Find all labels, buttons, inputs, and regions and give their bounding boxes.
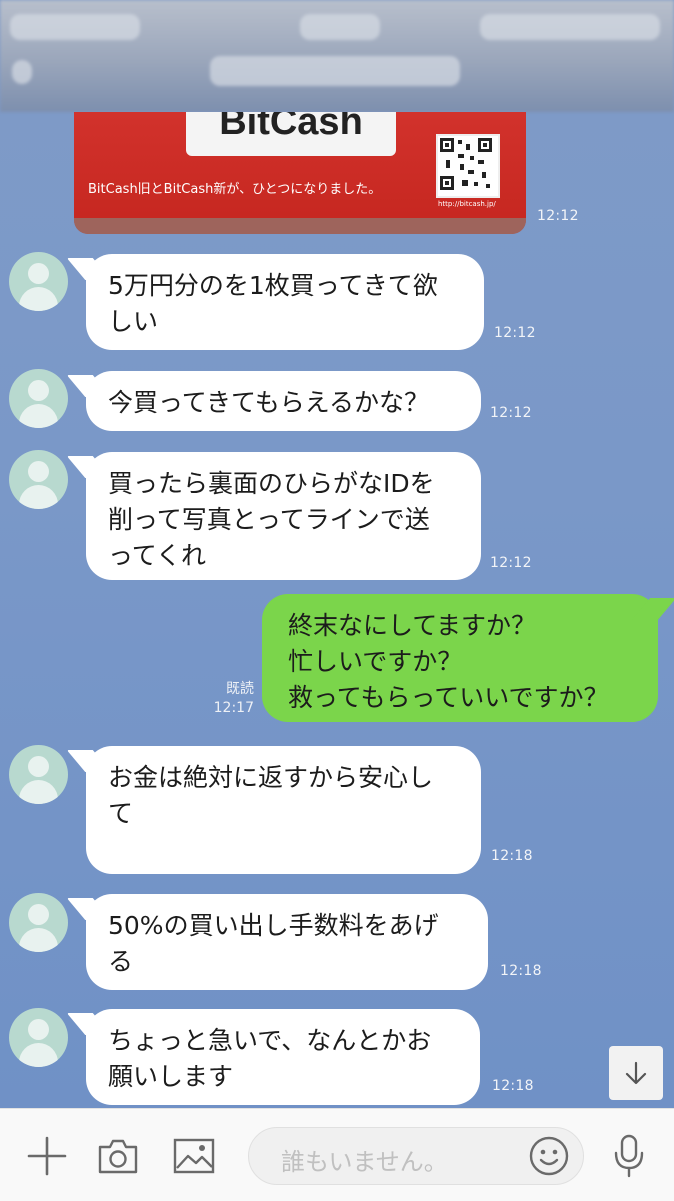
avatar[interactable]: [9, 369, 68, 428]
emoji-icon[interactable]: [524, 1131, 574, 1181]
message-text-line: しい: [108, 307, 159, 336]
message-text-line: 50%の買い出し手数料をあげ: [108, 911, 439, 940]
timestamp: 12:18: [500, 963, 542, 979]
message-bubble[interactable]: 50%の買い出し手数料をあげ る: [86, 894, 488, 990]
message-text-line: る: [108, 947, 134, 976]
message-text-line: ちょっと急いで、なんとかお: [108, 1026, 432, 1055]
arrow-down-icon: [625, 1061, 647, 1085]
read-receipt: 既読 12:17: [213, 681, 254, 716]
message-text: 今買ってきてもらえるかな？: [108, 388, 430, 417]
avatar[interactable]: [9, 450, 68, 509]
scroll-to-bottom-button[interactable]: [609, 1046, 663, 1100]
camera-icon[interactable]: [93, 1131, 143, 1181]
message-text-line: 買ったら裏面のひらがなIDを: [108, 469, 435, 498]
card-caption: BitCash旧とBitCash新が、ひとつになりました。: [88, 182, 382, 197]
image-message[interactable]: BitCash BitCash旧とBitCash新が、ひとつになりました。 ht…: [74, 112, 526, 234]
timestamp: 12:12: [537, 208, 579, 224]
message-bubble[interactable]: 5万円分のを1枚買ってきて欲 しい: [86, 254, 484, 350]
message-bubble-sent[interactable]: 終末なにしてますか？ 忙しいですか？ 救ってもらっていいですか？: [262, 594, 658, 722]
qr-code-icon: [436, 134, 500, 198]
message-input-placeholder: 誰もいません。: [281, 1148, 448, 1176]
message-bubble[interactable]: ちょっと急いで、なんとかお 願いします: [86, 1009, 480, 1105]
message-bubble[interactable]: 買ったら裏面のひらがなIDを 削って写真とってラインで送 ってくれ: [86, 452, 481, 580]
mic-icon[interactable]: [604, 1131, 654, 1181]
message-text-line: 終末なにしてますか？: [288, 611, 537, 640]
message-text-line: 願いします: [108, 1062, 234, 1091]
timestamp: 12:12: [494, 325, 536, 341]
message-input-bar: 誰もいません。: [0, 1108, 674, 1201]
message-text-line: ってくれ: [108, 541, 207, 570]
message-text-line: 忙しいですか？: [288, 647, 463, 676]
message-bubble[interactable]: 今買ってきてもらえるかな？: [86, 371, 481, 431]
qr-caption: http://bitcash.jp/: [438, 200, 496, 208]
message-text-line: 削って写真とってラインで送: [108, 505, 430, 534]
message-text-line: お金は絶対に返すから安心し: [108, 763, 434, 792]
message-text-line: て: [108, 799, 134, 828]
plus-icon[interactable]: [22, 1131, 72, 1181]
image-icon[interactable]: [169, 1131, 219, 1181]
chat-header: [0, 0, 674, 112]
message-text-line: 救ってもらっていいですか？: [288, 683, 609, 712]
avatar[interactable]: [9, 252, 68, 311]
timestamp: 12:12: [490, 555, 532, 571]
timestamp: 12:18: [492, 1078, 534, 1094]
card-logo: BitCash: [186, 112, 396, 156]
avatar[interactable]: [9, 1008, 68, 1067]
photo-background: [74, 218, 526, 234]
avatar[interactable]: [9, 893, 68, 952]
message-bubble[interactable]: お金は絶対に返すから安心し て: [86, 746, 481, 874]
message-text-line: 5万円分のを1枚買ってきて欲: [108, 271, 438, 300]
timestamp: 12:12: [490, 405, 532, 421]
timestamp: 12:18: [491, 848, 533, 864]
avatar[interactable]: [9, 745, 68, 804]
